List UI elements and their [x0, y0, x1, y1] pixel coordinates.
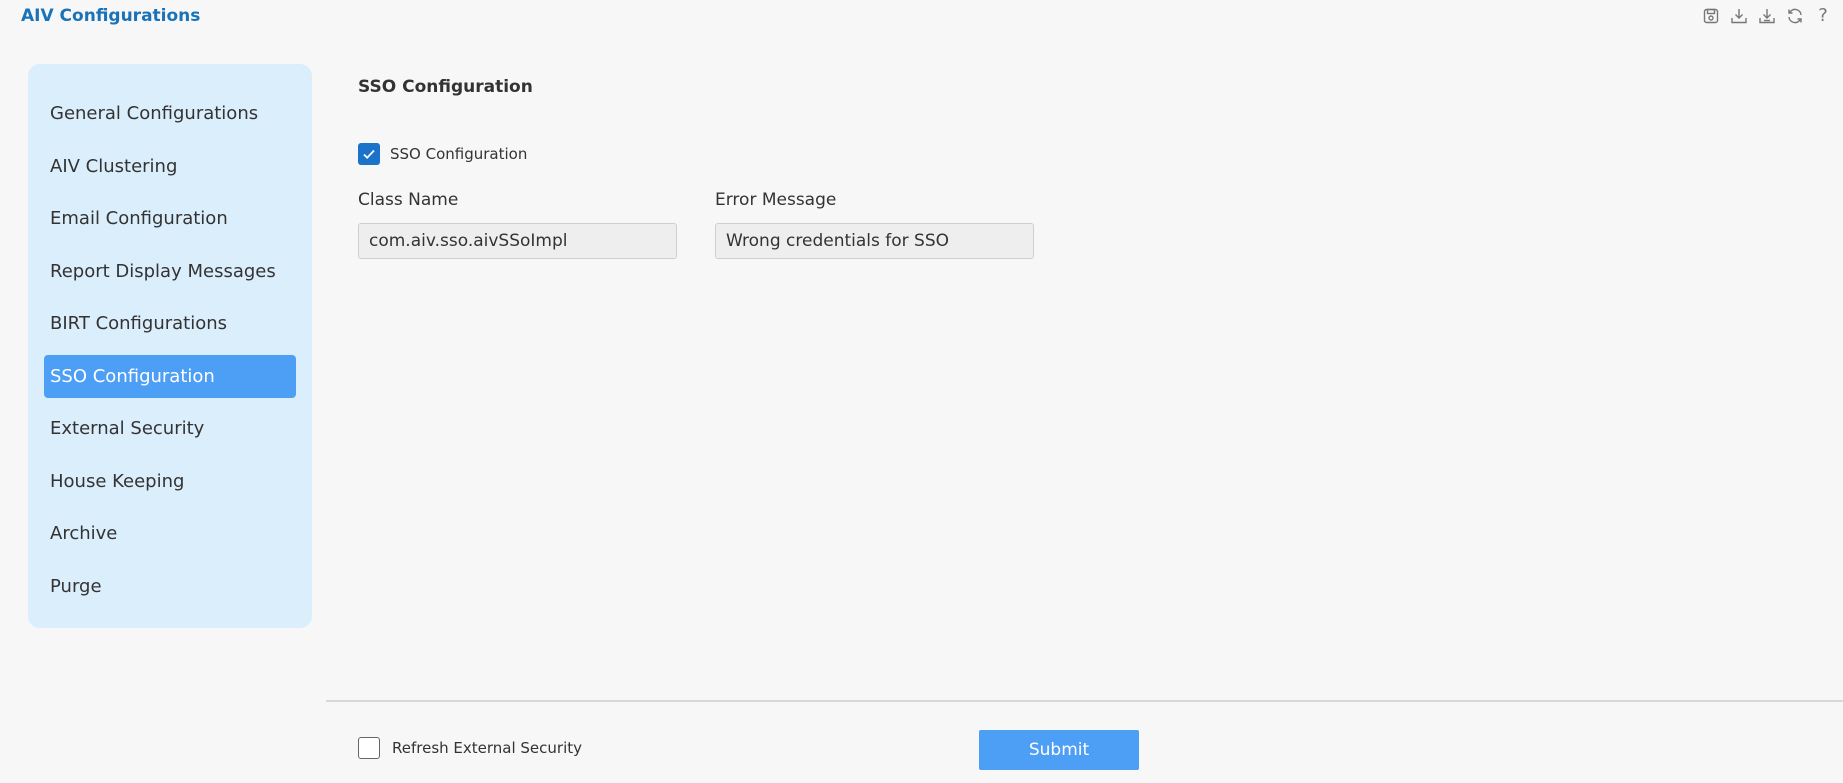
sso-configuration-checkbox[interactable]	[358, 143, 380, 165]
sidebar-item-label: AIV Clustering	[50, 155, 178, 177]
help-icon[interactable]: ?	[1813, 6, 1833, 26]
sso-configuration-checkbox-label: SSO Configuration	[390, 145, 528, 163]
sidebar-item-label: BIRT Configurations	[50, 313, 228, 334]
sso-configuration-checkbox-row: SSO Configuration	[358, 143, 527, 165]
sidebar-item-label: Purge	[50, 575, 102, 597]
app-title: AIV Configurations	[21, 6, 201, 26]
section-title: SSO Configuration	[358, 77, 533, 97]
sidebar-item-label: House Keeping	[50, 470, 185, 492]
class-name-input[interactable]	[358, 223, 677, 259]
sidebar-item-label: Report Display Messages	[50, 260, 276, 282]
sidebar-item-sso-configuration[interactable]: SSO Configuration	[44, 354, 296, 398]
check-icon	[363, 149, 375, 159]
error-message-input[interactable]	[715, 223, 1034, 259]
refresh-icon[interactable]	[1785, 6, 1805, 26]
error-message-label: Error Message	[715, 190, 837, 210]
footer-divider	[326, 700, 1843, 702]
toolbar: ?	[1701, 6, 1833, 26]
sidebar-item-email-configuration[interactable]: Email Configuration	[44, 197, 296, 240]
sidebar-item-archive[interactable]: Archive	[44, 512, 296, 555]
refresh-external-security-row: Refresh External Security	[358, 737, 582, 759]
sidebar-item-purge[interactable]: Purge	[44, 565, 296, 608]
sidebar-item-external-security[interactable]: External Security	[44, 407, 296, 450]
submit-button[interactable]: Submit	[979, 730, 1139, 770]
sidebar-item-label: SSO Configuration	[50, 365, 215, 387]
refresh-external-security-label: Refresh External Security	[392, 739, 583, 757]
sidebar-item-general-configurations[interactable]: General Configurations	[44, 92, 296, 135]
sidebar-item-birt-configurations[interactable]: BIRT Configurations	[44, 302, 296, 345]
download-alt-icon[interactable]	[1757, 6, 1777, 26]
sidebar-item-report-display-messages[interactable]: Report Display Messages	[44, 250, 296, 293]
class-name-label: Class Name	[358, 190, 459, 210]
sidebar-item-aiv-clustering[interactable]: AIV Clustering	[44, 145, 296, 188]
sidebar-item-label: External Security	[50, 418, 205, 439]
download-icon[interactable]	[1729, 6, 1749, 26]
refresh-external-security-checkbox[interactable]	[358, 737, 380, 759]
save-icon[interactable]	[1701, 6, 1721, 26]
sidebar-item-label: Archive	[50, 523, 118, 544]
sidebar: General Configurations AIV Clustering Em…	[28, 64, 312, 628]
sidebar-item-label: General Configurations	[50, 103, 259, 124]
sidebar-item-label: Email Configuration	[50, 208, 228, 229]
sidebar-item-house-keeping[interactable]: House Keeping	[44, 460, 296, 503]
